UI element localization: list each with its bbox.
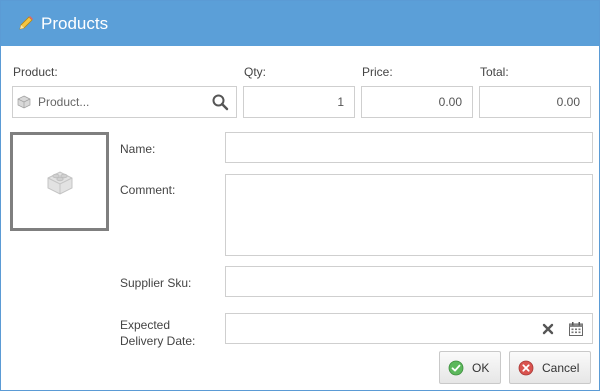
cancel-circle-icon bbox=[518, 360, 534, 375]
supplier-sku-input[interactable] bbox=[225, 266, 593, 297]
total-input[interactable]: 0.00 bbox=[479, 86, 591, 118]
comment-label: Comment: bbox=[120, 183, 176, 197]
total-label: Total: bbox=[480, 65, 509, 79]
product-search-input[interactable]: Product... bbox=[12, 86, 237, 118]
cancel-button[interactable]: Cancel bbox=[509, 351, 591, 384]
dialog-titlebar: Products bbox=[1, 1, 599, 46]
qty-label: Qty: bbox=[244, 65, 267, 79]
expected-delivery-date-input[interactable] bbox=[225, 313, 593, 344]
name-input[interactable] bbox=[225, 132, 593, 163]
name-label: Name: bbox=[120, 142, 156, 156]
product-cube-icon bbox=[17, 95, 31, 109]
product-label: Product: bbox=[13, 65, 58, 79]
expected-delivery-label-line1: Expected bbox=[120, 318, 171, 332]
products-dialog: Products Product: Qty: Price: Total: Pro… bbox=[0, 0, 600, 391]
cancel-label: Cancel bbox=[542, 360, 580, 375]
expected-delivery-label-line2: Delivery Date: bbox=[120, 334, 196, 348]
ok-label: OK bbox=[472, 360, 490, 375]
calendar-icon[interactable] bbox=[568, 321, 584, 337]
lego-brick-icon bbox=[47, 170, 72, 195]
product-image[interactable] bbox=[10, 132, 109, 231]
ok-button[interactable]: OK bbox=[439, 351, 501, 384]
qty-input[interactable]: 1 bbox=[243, 86, 355, 118]
supplier-sku-label: Supplier Sku: bbox=[120, 276, 192, 290]
price-input[interactable]: 0.00 bbox=[361, 86, 473, 118]
pencil-icon bbox=[19, 15, 33, 30]
clear-icon[interactable] bbox=[541, 322, 555, 336]
dialog-title: Products bbox=[41, 13, 109, 33]
check-circle-icon bbox=[448, 360, 464, 375]
product-placeholder: Product... bbox=[38, 95, 90, 109]
comment-textarea[interactable] bbox=[225, 174, 593, 256]
search-icon[interactable] bbox=[211, 93, 229, 111]
price-label: Price: bbox=[362, 65, 393, 79]
